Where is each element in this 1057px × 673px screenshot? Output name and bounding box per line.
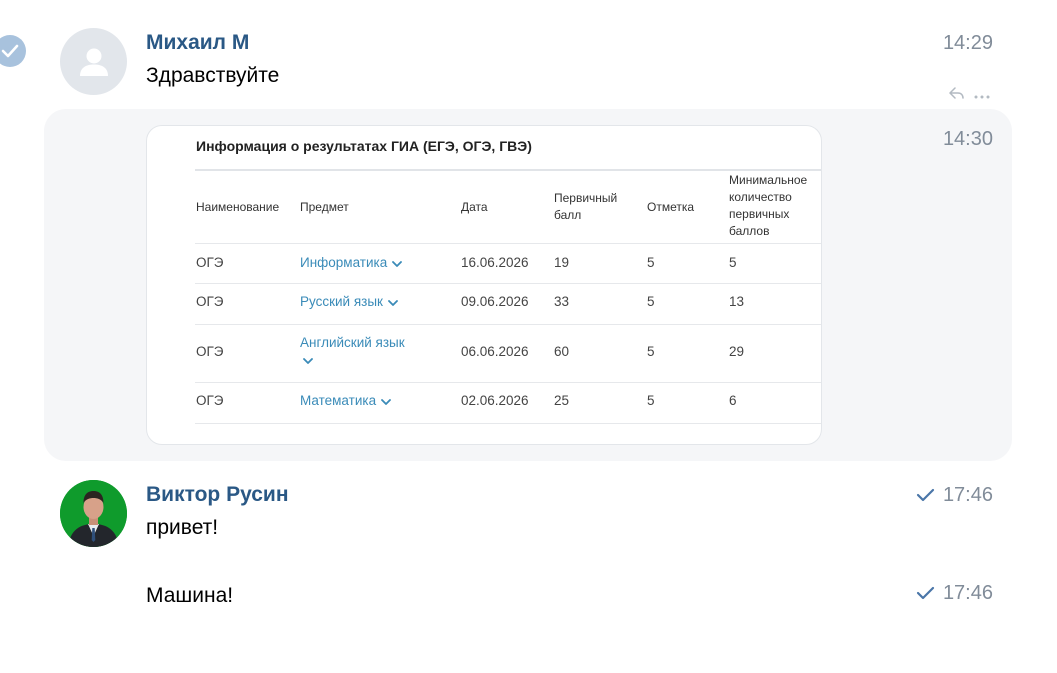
column-header-primary-score: Первичный балл xyxy=(554,190,617,224)
header-line: первичных xyxy=(729,207,790,221)
chat-history: Михаил М Здравствуйте 14:29 14:30 Информ… xyxy=(0,0,1057,673)
time-label: 17:46 xyxy=(942,484,993,506)
cell-date: 02.06.2026 xyxy=(461,393,529,408)
cell-subject[interactable]: Математика xyxy=(300,392,391,410)
cell-min: 5 xyxy=(729,255,737,270)
avatar[interactable] xyxy=(60,480,127,547)
subject-link[interactable]: Математика xyxy=(300,393,376,408)
column-header-grade: Отметка xyxy=(647,200,695,214)
chevron-down-icon[interactable] xyxy=(392,255,403,272)
cell-min: 29 xyxy=(729,344,745,359)
cell-name: ОГЭ xyxy=(196,393,224,408)
column-header-name: Наименование xyxy=(196,200,280,214)
message-actions xyxy=(940,84,998,106)
check-circle-icon[interactable] xyxy=(0,35,26,67)
message-author[interactable]: Михаил М xyxy=(146,30,249,56)
user-silhouette-icon xyxy=(79,48,108,76)
header-line: Первичный xyxy=(554,191,618,205)
subject-link[interactable]: Английский язык xyxy=(300,334,430,351)
divider xyxy=(195,324,821,325)
subject-link[interactable]: Информатика xyxy=(300,255,387,270)
column-header-date: Дата xyxy=(461,200,488,214)
cell-min: 6 xyxy=(729,393,737,408)
divider xyxy=(195,169,821,171)
attachment-title: Информация о результатах ГИА (ЕГЭ, ОГЭ, … xyxy=(196,138,532,154)
cell-grade: 5 xyxy=(647,255,655,270)
cell-min: 13 xyxy=(729,294,745,309)
cell-grade: 5 xyxy=(647,294,655,309)
cell-name: ОГЭ xyxy=(196,344,224,359)
header-line: количество xyxy=(729,190,792,204)
time-label: 17:46 xyxy=(942,582,993,604)
header-line: балл xyxy=(554,208,582,222)
cell-date: 06.06.2026 xyxy=(461,344,529,359)
message-text: Машина! xyxy=(146,584,234,607)
cell-score: 19 xyxy=(554,255,570,270)
cell-grade: 5 xyxy=(647,393,655,408)
cell-score: 60 xyxy=(554,344,570,359)
divider xyxy=(195,423,821,424)
message-time[interactable]: 17:46 xyxy=(916,580,993,606)
chevron-down-icon[interactable] xyxy=(303,352,313,369)
cell-score: 33 xyxy=(554,294,570,309)
message-text: Здравствуйте xyxy=(146,64,280,87)
header-line: баллов xyxy=(729,224,770,238)
time-label: 14:29 xyxy=(942,32,993,54)
cell-name: ОГЭ xyxy=(196,255,224,270)
cell-name: ОГЭ xyxy=(196,294,224,309)
column-header-min-score: Минимальное количество первичных баллов xyxy=(729,172,807,240)
message-author[interactable]: Виктор Русин xyxy=(146,482,289,508)
divider xyxy=(195,382,821,383)
time-label: 14:30 xyxy=(942,128,993,150)
divider xyxy=(195,283,821,284)
message-time[interactable]: 14:29 xyxy=(943,30,993,56)
avatar-photo xyxy=(60,480,127,547)
cell-subject[interactable]: Английский язык xyxy=(300,334,430,369)
cell-subject[interactable]: Русский язык xyxy=(300,293,398,311)
cell-score: 25 xyxy=(554,393,570,408)
cell-date: 16.06.2026 xyxy=(461,255,529,270)
avatar[interactable] xyxy=(60,28,127,95)
reply-icon[interactable] xyxy=(948,86,965,104)
cell-subject[interactable]: Информатика xyxy=(300,254,403,272)
divider xyxy=(195,243,821,244)
column-header-subject: Предмет xyxy=(300,200,349,214)
checkmark-icon xyxy=(916,488,935,502)
chevron-down-icon[interactable] xyxy=(381,393,391,410)
more-dots-icon[interactable] xyxy=(974,86,990,104)
chevron-down-icon[interactable] xyxy=(388,294,398,311)
message-time[interactable]: 17:46 xyxy=(916,482,993,508)
photo-attachment[interactable]: Информация о результатах ГИА (ЕГЭ, ОГЭ, … xyxy=(146,125,822,445)
cell-grade: 5 xyxy=(647,344,655,359)
subject-link[interactable]: Русский язык xyxy=(300,294,383,309)
header-line: Минимальное xyxy=(729,173,808,187)
checkmark-icon xyxy=(916,586,935,600)
cell-date: 09.06.2026 xyxy=(461,294,529,309)
message-text: привет! xyxy=(146,516,219,539)
message-time[interactable]: 14:30 xyxy=(943,126,993,152)
